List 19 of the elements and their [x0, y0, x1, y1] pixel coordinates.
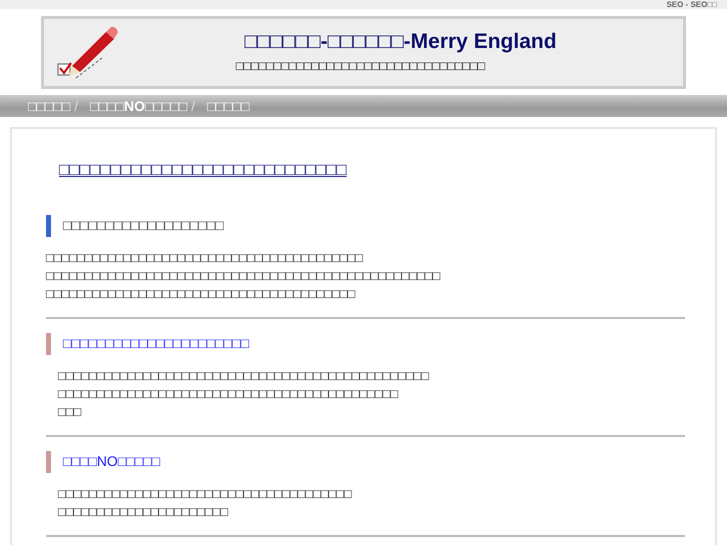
section-link[interactable]: □□□□NO□□□□□	[63, 451, 160, 472]
site-title[interactable]: □□□□□□-□□□□□□-Merry England	[118, 30, 683, 53]
heading-marker	[46, 450, 51, 472]
body-text: □□□	[58, 402, 82, 420]
top-link[interactable]: SEO - SEO□□	[666, 0, 717, 9]
body-text: □□□□□□□□□□□□□□□□□□□□□□□□□□□□□□□□□□□□□□	[58, 484, 353, 502]
page-heading[interactable]: □□□□□□□□□□□□□□□□□□□□□□□□□□□□	[59, 157, 685, 182]
heading-marker	[46, 332, 51, 354]
site-tagline: □□□□□□□□□□□□□□□□□□□□□□□□□□□□□□□□□	[236, 58, 486, 75]
body-text: □□□□□□□□□□□□□□□□□□□□□□□□□□□□□□□□□□□□□□□□	[46, 284, 356, 302]
body-text: □□□□□□□□□□□□□□□□□□□□□□□□□□□□□□□□□□□□□□□□□ □□□□□□□□□□□□□□□□□□□□□□□□□□□□□□□□□□□□□□□□□□□□□□□□□□□	[46, 248, 442, 284]
body-text: □□□□□□□□□□□□□□□□□□□□□□□□□□□□□□□□□□□□□□□□□□□□	[58, 384, 400, 402]
heading-marker	[46, 214, 51, 236]
nav-separator: /	[191, 96, 196, 116]
body-text: □□□□□□□□□□□□□□□□□□□□□□	[58, 502, 230, 520]
nav-separator: /	[74, 96, 78, 116]
body-text: □□□□□□□□□□□□□□□□□□□□□□□□□□□□□□□□□□□□□□□□□□□□□□□□	[58, 366, 430, 384]
section-heading: □□□□□□□□□□□□□□□□□□□	[63, 216, 224, 235]
section-link[interactable]: □□□□□□□□□□□□□□□□□□□□□□	[63, 333, 250, 354]
